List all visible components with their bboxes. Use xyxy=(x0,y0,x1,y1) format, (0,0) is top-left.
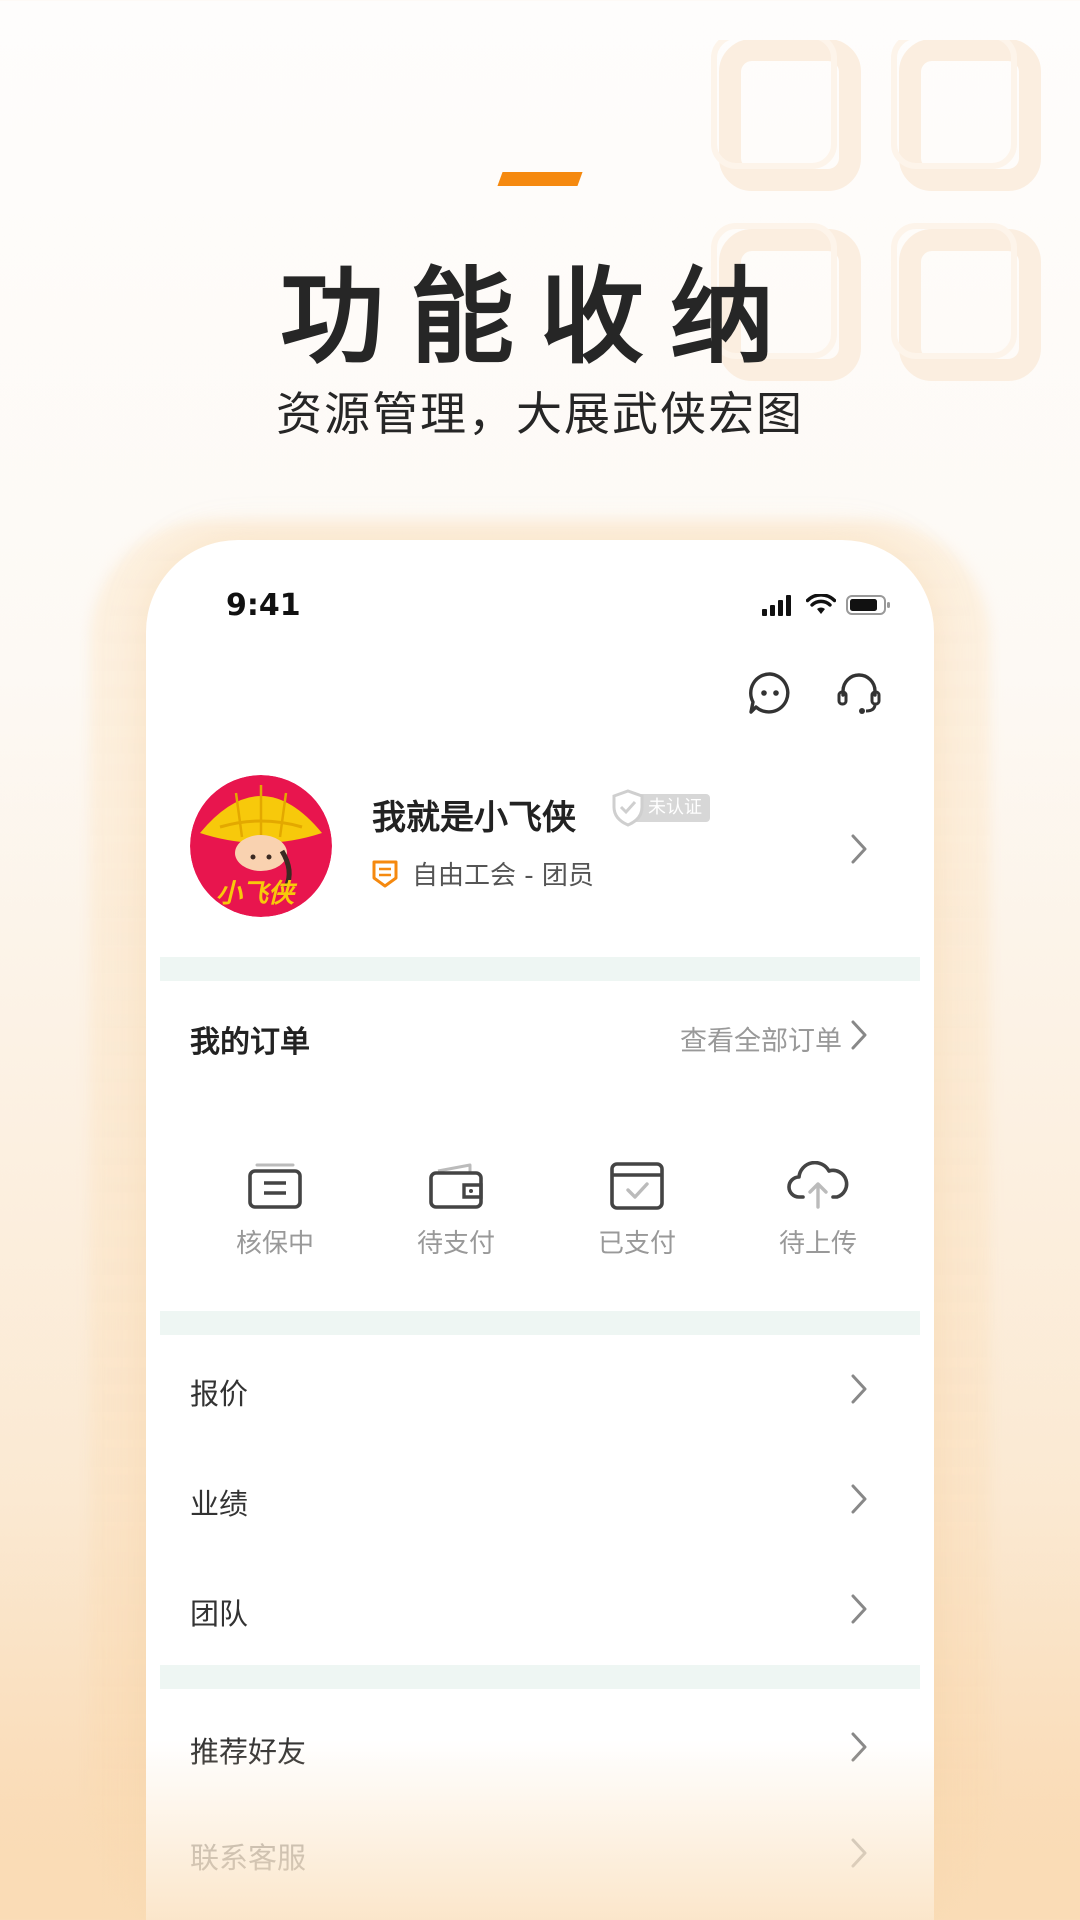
chevron-right-icon xyxy=(851,834,867,864)
menu-item-contact-support[interactable]: 联系客服 xyxy=(160,1799,920,1909)
cloud-upload-icon xyxy=(787,1160,849,1209)
menu-item-label: 报价 xyxy=(190,1377,249,1411)
phone-mockup: 9:41 小飞侠 我就是小飞侠 未认证 自由工会 - 团员 我的订单 查看全部订… xyxy=(146,540,934,1920)
chevron-right-icon xyxy=(851,1594,867,1624)
accent-bar xyxy=(497,172,583,186)
order-status-unpaid[interactable]: 待支付 xyxy=(386,1161,526,1260)
orders-header: 我的订单 查看全部订单 xyxy=(160,981,920,1091)
section-divider xyxy=(160,1311,920,1335)
order-status-pending-upload[interactable]: 待上传 xyxy=(748,1160,888,1260)
menu-item-label: 团队 xyxy=(190,1597,249,1631)
paid-check-icon xyxy=(610,1162,664,1210)
order-status-label: 待上传 xyxy=(778,1229,857,1259)
menu-item-quote[interactable]: 报价 xyxy=(160,1335,920,1445)
menu-item-performance[interactable]: 业绩 xyxy=(160,1445,920,1555)
chevron-right-icon xyxy=(851,1732,867,1762)
avatar[interactable]: 小飞侠 xyxy=(190,775,332,917)
status-bar: 9:41 xyxy=(146,540,934,660)
headset-icon[interactable] xyxy=(836,669,882,717)
menu-item-label: 推荐好友 xyxy=(190,1735,307,1769)
wallet-icon xyxy=(429,1163,483,1209)
guild-info: 自由工会 - 团员 xyxy=(372,855,594,892)
wifi-icon xyxy=(806,594,836,614)
orders-title: 我的订单 xyxy=(190,1025,310,1060)
promo-subhead: 资源管理，大展武侠宏图 xyxy=(276,387,804,441)
avatar-text: 小飞侠 xyxy=(216,879,295,909)
shield-check-icon xyxy=(612,789,644,827)
top-actions xyxy=(160,645,920,755)
menu-item-refer-friends[interactable]: 推荐好友 xyxy=(160,1689,920,1799)
menu-item-label: 业绩 xyxy=(190,1487,249,1521)
signal-icon xyxy=(762,595,791,616)
chevron-right-icon[interactable] xyxy=(850,1019,868,1051)
order-status-label: 核保中 xyxy=(235,1229,314,1259)
view-all-orders-link[interactable]: 查看全部订单 xyxy=(680,1019,842,1058)
verify-badge[interactable]: 未认证 xyxy=(612,789,712,827)
section-divider xyxy=(160,1665,920,1689)
profile-name: 我就是小飞侠 xyxy=(372,798,576,838)
message-icon[interactable] xyxy=(746,669,794,717)
chevron-right-icon xyxy=(851,1484,867,1514)
order-status-label: 已支付 xyxy=(597,1229,676,1259)
menu-item-label: 联系客服 xyxy=(190,1841,307,1875)
order-status-label: 待支付 xyxy=(416,1229,495,1259)
order-status-underwriting[interactable]: 核保中 xyxy=(205,1161,345,1260)
profile-card[interactable]: 小飞侠 我就是小飞侠 未认证 自由工会 - 团员 xyxy=(160,755,920,957)
order-status-paid[interactable]: 已支付 xyxy=(567,1161,707,1260)
battery-icon xyxy=(846,595,890,615)
chevron-right-icon xyxy=(851,1838,867,1868)
menu-item-team[interactable]: 团队 xyxy=(160,1555,920,1665)
guild-label: 自由工会 - 团员 xyxy=(412,861,594,891)
status-time: 9:41 xyxy=(226,588,301,623)
section-divider xyxy=(160,957,920,981)
profile-screen: 小飞侠 我就是小飞侠 未认证 自由工会 - 团员 我的订单 查看全部订单 核保中… xyxy=(160,645,920,1909)
promo-headline: 功能收纳 xyxy=(279,256,800,378)
order-status-grid: 核保中 待支付 已支付 待上传 xyxy=(160,1091,920,1311)
guild-badge-icon xyxy=(372,860,398,887)
document-icon xyxy=(248,1163,302,1209)
chevron-right-icon xyxy=(851,1374,867,1404)
